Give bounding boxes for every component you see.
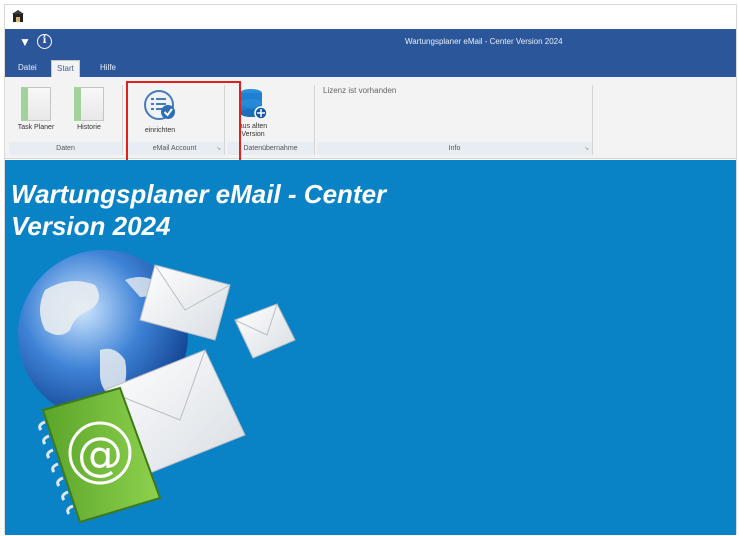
dropdown-arrow-icon[interactable]: ▼	[19, 36, 31, 48]
task-planer-button[interactable]: Task Planer	[13, 87, 59, 132]
main-splash-area: Wartungsplaner eMail - Center Version 20…	[5, 160, 736, 535]
ribbon-group-info: Info ↘	[317, 85, 593, 155]
historie-label: Historie	[77, 124, 101, 131]
info-icon[interactable]: i	[37, 34, 52, 49]
splash-headline: Wartungsplaner eMail - Center Version 20…	[11, 178, 386, 242]
title-bar: ▼ i Wartungsplaner eMail - Center Versio…	[5, 29, 736, 57]
dialog-launcher-icon[interactable]: ↘	[584, 145, 589, 152]
database-import-icon	[240, 89, 268, 120]
tab-datei[interactable]: Datei	[13, 60, 42, 77]
svg-text:@: @	[77, 427, 123, 481]
email-globe-illustration: @	[18, 250, 296, 524]
window-title: Wartungsplaner eMail - Center Version 20…	[405, 37, 563, 46]
historie-icon	[74, 87, 104, 121]
app-logo-icon	[12, 10, 24, 22]
application-window: ▼ i Wartungsplaner eMail - Center Versio…	[4, 4, 737, 535]
task-planer-label: Task Planer	[17, 124, 55, 131]
group-label-info: Info	[317, 142, 592, 155]
ribbon-tabs: Datei Start Hilfe	[5, 57, 736, 77]
historie-button[interactable]: Historie	[69, 87, 109, 132]
license-status-text: Lizenz ist vorhanden	[323, 86, 397, 95]
tab-start[interactable]: Start	[51, 60, 80, 77]
window-top-strip	[5, 5, 736, 29]
tab-hilfe[interactable]: Hilfe	[95, 60, 121, 77]
task-planer-icon	[21, 87, 51, 121]
ribbon-group-daten: Task Planer Historie Daten	[9, 85, 123, 155]
headline-line-2: Version 2024	[11, 211, 171, 241]
group-label-daten: Daten	[9, 142, 122, 155]
headline-line-1: Wartungsplaner eMail - Center	[11, 179, 387, 209]
envelope-icon	[234, 303, 296, 359]
